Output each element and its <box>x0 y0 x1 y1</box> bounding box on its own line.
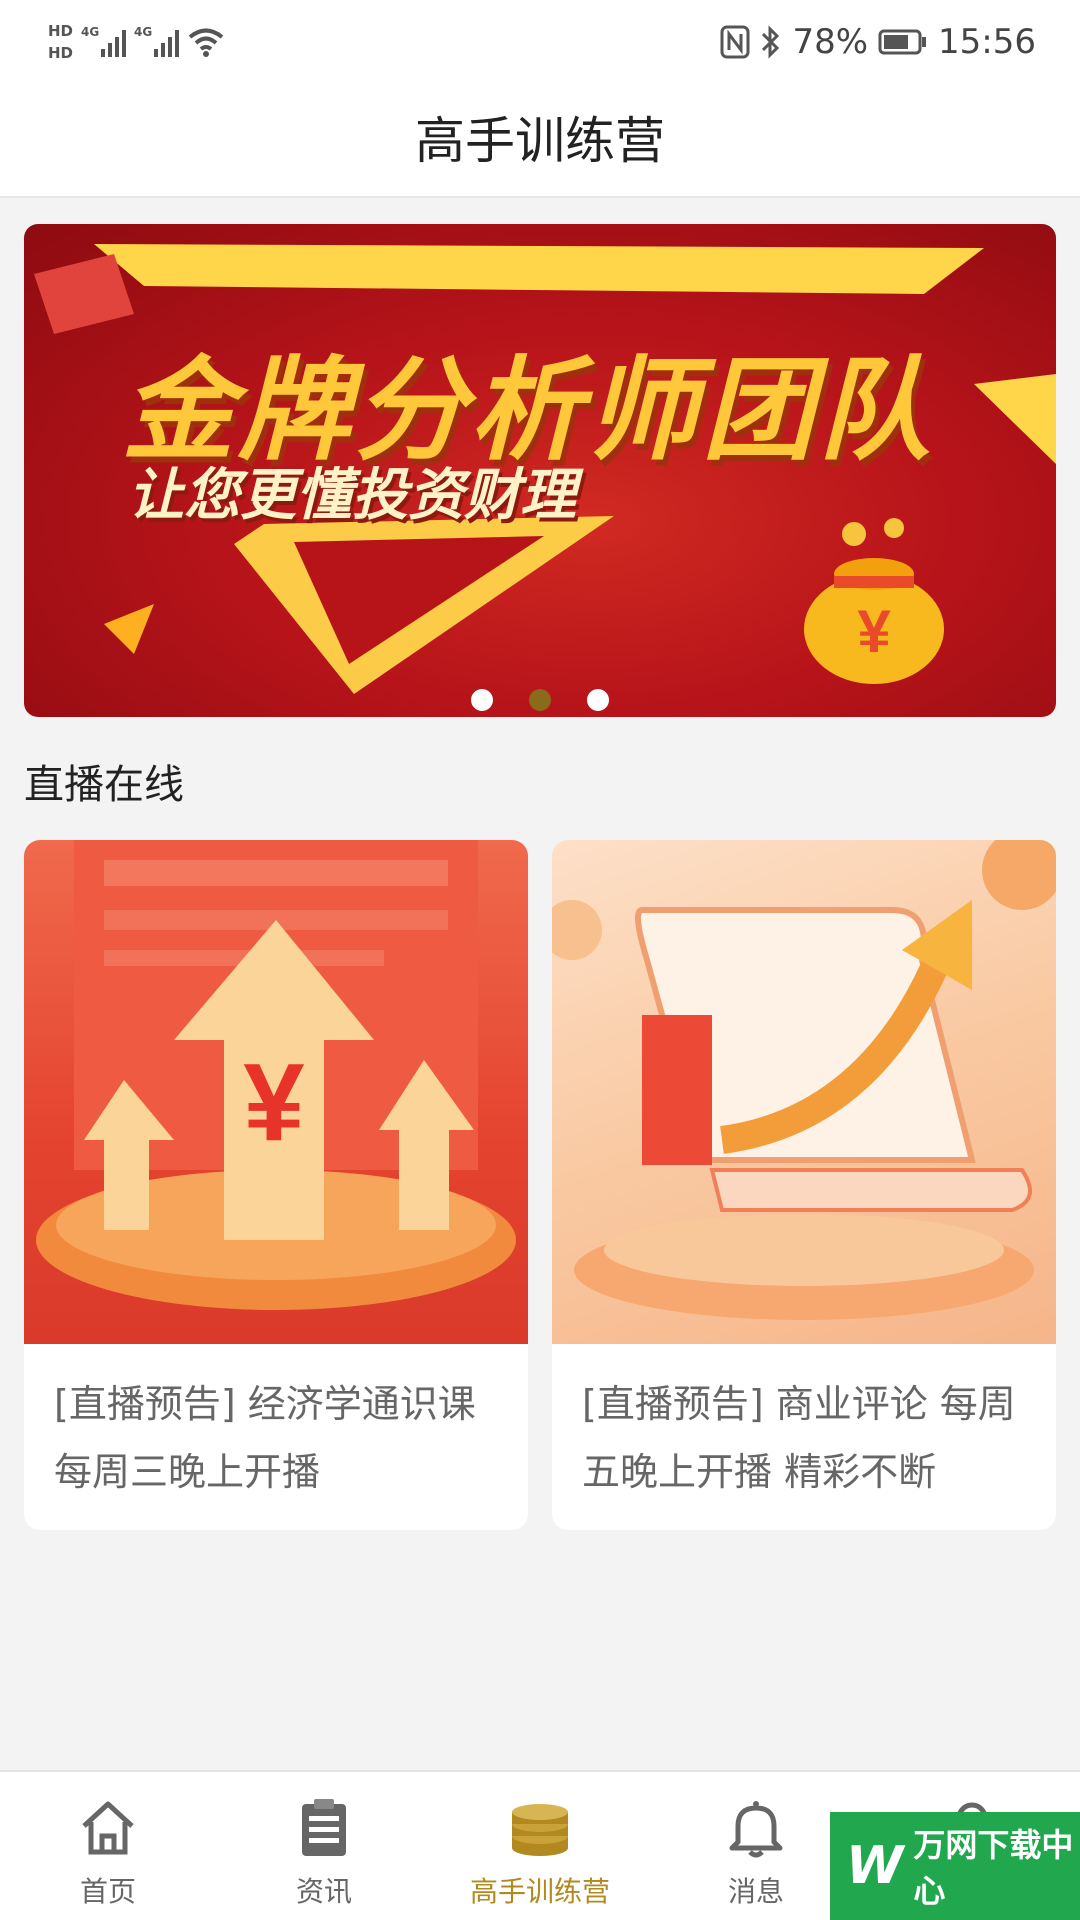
hd-indicator: HD HD <box>48 20 73 64</box>
home-icon <box>82 1801 134 1855</box>
banner-subtitle: 让您更懂投资财理 <box>128 463 576 528</box>
svg-text:¥: ¥ <box>857 598 891 665</box>
carousel-dot[interactable] <box>587 689 609 711</box>
card-image-scroll <box>552 840 1056 1344</box>
carousel-dot[interactable] <box>471 689 493 711</box>
clock: 15:56 <box>938 22 1036 62</box>
card-description: [直播预告] 商业评论 每周五晚上开播 精彩不断 <box>582 1382 1016 1494</box>
page-title: 高手训练营 <box>0 84 1080 198</box>
status-bar: HD HD 4G 4G 78% 15:56 <box>0 0 1080 84</box>
money-bag-icon: ¥ <box>804 518 944 684</box>
watermark-w-icon: W <box>846 1836 904 1896</box>
nfc-icon <box>720 25 750 59</box>
signal-icon-2: 4G <box>134 25 180 57</box>
battery-icon <box>878 29 927 55</box>
live-card-economics[interactable]: ¥ [直播预告] 经济学通识课 每周三晚上开播 <box>24 840 528 1530</box>
card-image-growth: ¥ <box>24 840 528 1344</box>
scroll-chart-illustration <box>552 840 1056 1320</box>
banner-carousel[interactable]: ¥ 金牌分析师团队 让您更懂投资财理 <box>24 224 1056 717</box>
network1-label: 4G <box>81 25 100 39</box>
tab-training-camp[interactable]: 高手训练营 <box>432 1772 648 1920</box>
status-left: HD HD 4G 4G <box>48 12 225 72</box>
tab-news[interactable]: 资讯 <box>216 1772 432 1920</box>
bluetooth-icon <box>762 25 780 59</box>
status-right: 78% 15:56 <box>720 14 1036 70</box>
coins-icon <box>512 1804 568 1856</box>
live-card-business[interactable]: [直播预告] 商业评论 每周五晚上开播 精彩不断 <box>552 840 1056 1530</box>
tab-messages-label: 消息 <box>727 1875 784 1908</box>
carousel-dot-active[interactable] <box>529 689 551 711</box>
section-title: 直播在线 <box>24 762 184 808</box>
growth-arrows-illustration: ¥ <box>36 840 516 1310</box>
tab-news-label: 资讯 <box>295 1875 352 1908</box>
network2-label: 4G <box>134 25 153 39</box>
tab-home-label: 首页 <box>79 1875 136 1908</box>
carousel-dots <box>24 689 1056 711</box>
watermark-logo: W 万网下载中心 <box>830 1812 1080 1920</box>
svg-text:¥: ¥ <box>243 1041 304 1164</box>
tab-home[interactable]: 首页 <box>0 1772 216 1920</box>
card-description: [直播预告] 经济学通识课 每周三晚上开播 <box>54 1382 476 1494</box>
clipboard-icon <box>302 1799 346 1856</box>
wifi-icon <box>188 28 224 57</box>
tab-training-camp-label: 高手训练营 <box>469 1875 610 1908</box>
hd2-label: HD <box>48 44 74 62</box>
watermark-text: 万网下载中心 <box>913 1826 1074 1910</box>
signal-icon: 4G <box>81 25 127 57</box>
battery-percent: 78% <box>792 22 869 62</box>
hd1-label: HD <box>48 22 74 40</box>
bell-icon <box>729 1801 783 1858</box>
